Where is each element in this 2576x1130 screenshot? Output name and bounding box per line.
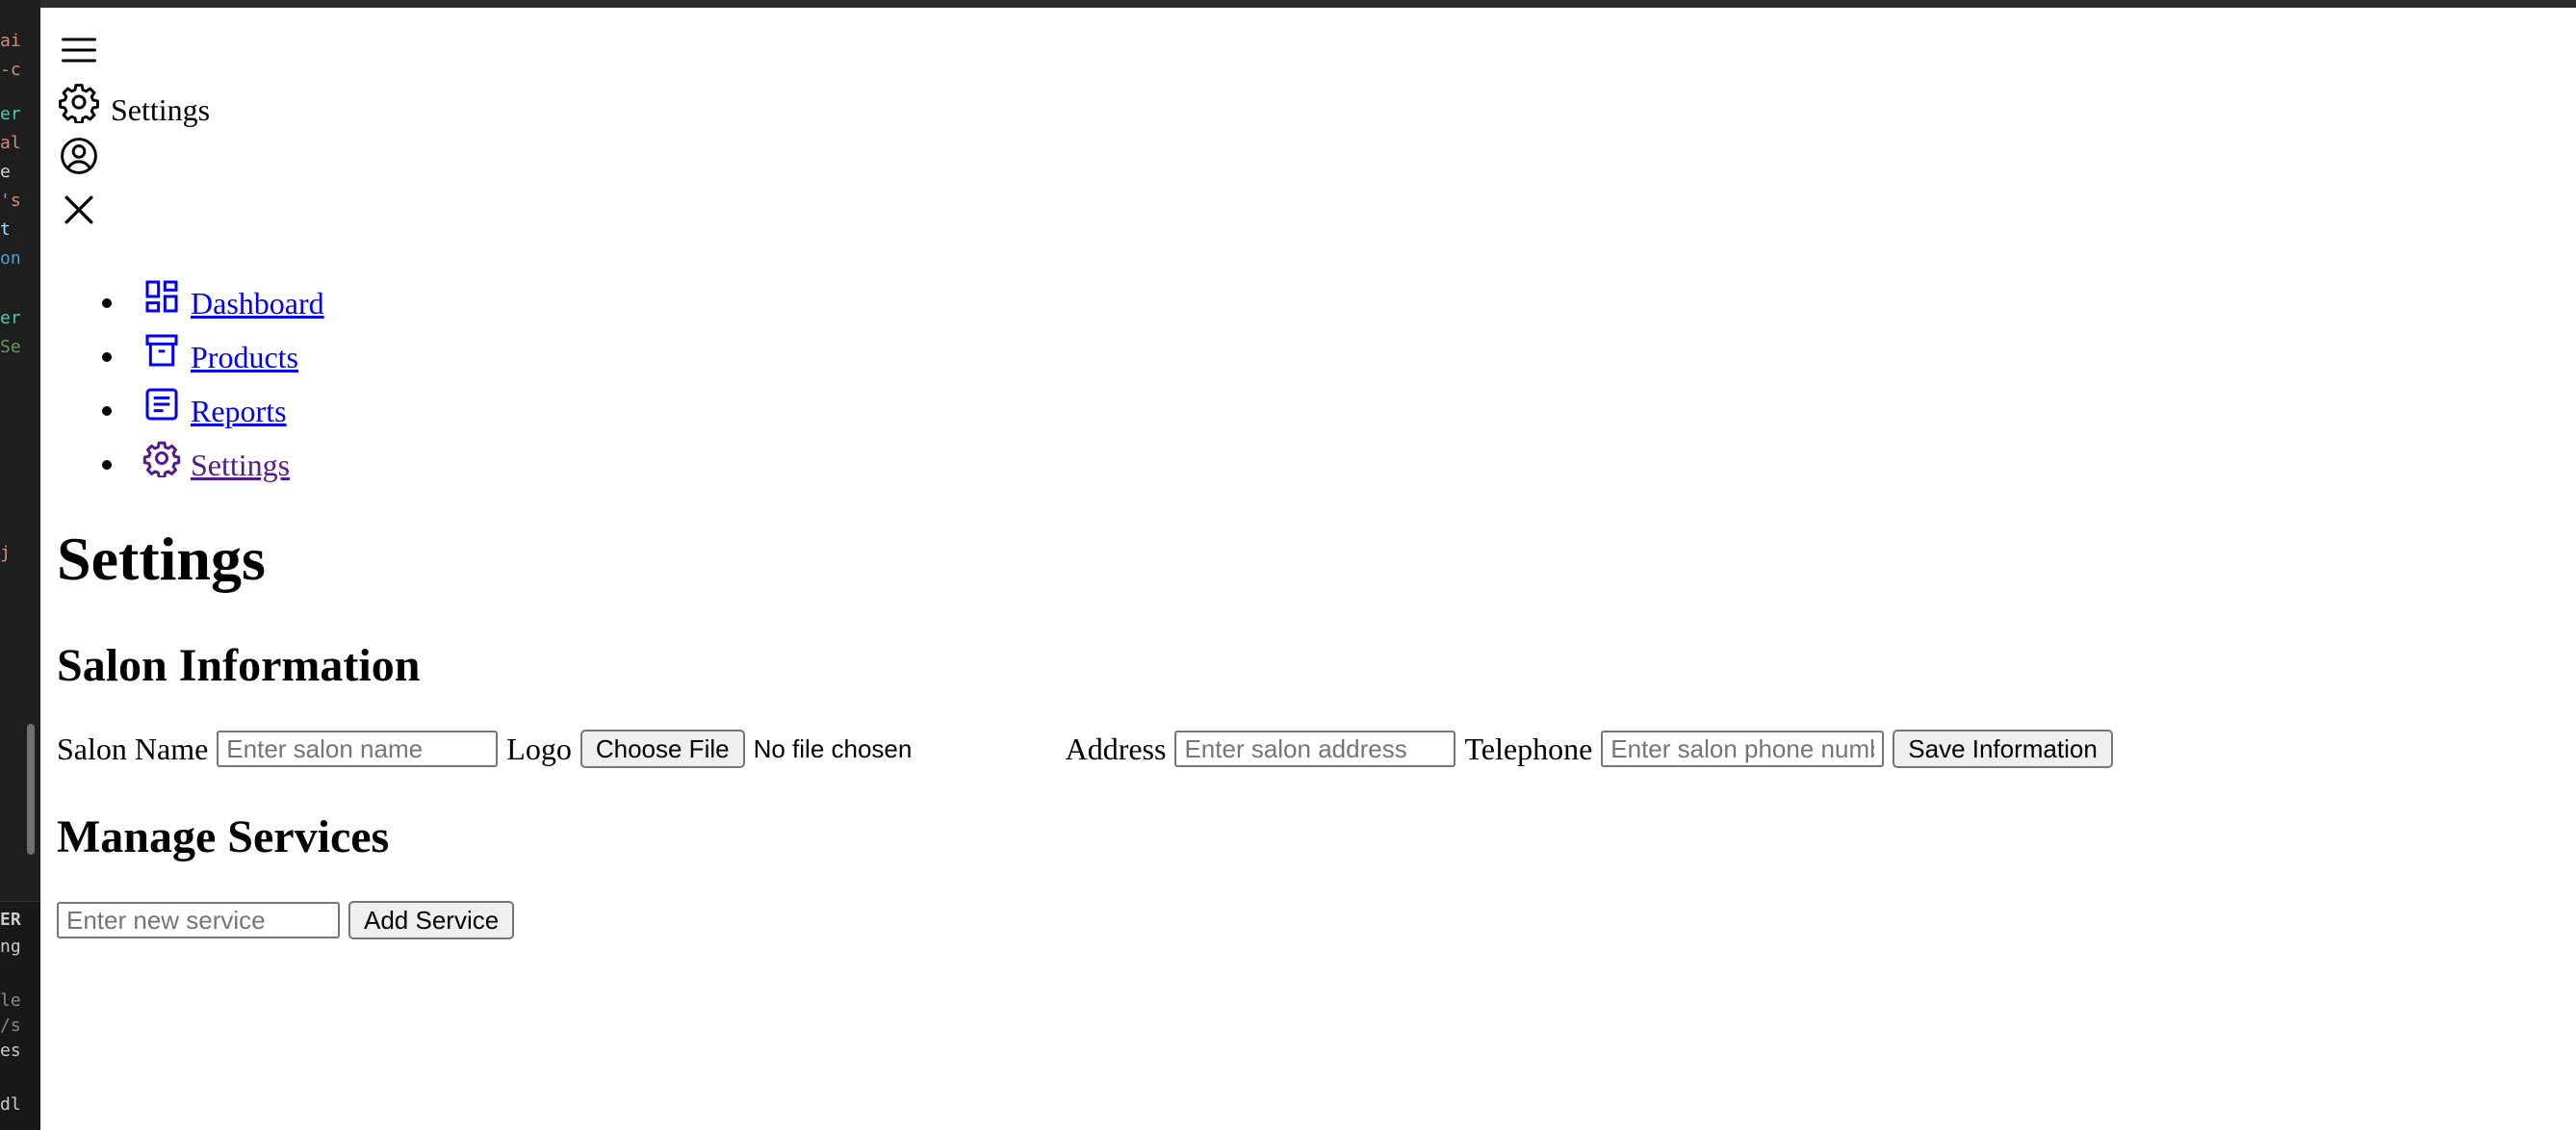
list-bullet	[102, 460, 112, 470]
editor-line: ng	[0, 937, 21, 957]
sidebar-item-label: Dashboard	[191, 286, 324, 321]
list-bullet	[102, 406, 112, 416]
browser-viewport: Settings Dashboard Products Reports Sett…	[40, 8, 2576, 1130]
gear-icon	[58, 81, 100, 123]
editor-line: ER	[0, 910, 21, 930]
editor-line: -c	[0, 60, 21, 80]
salon-name-label: Salon Name	[57, 731, 209, 766]
code-editor-strip: ai -c er al e 's t on er Se j ^ ER ng le…	[0, 0, 40, 1130]
sidebar-item-reports: Reports	[102, 375, 324, 429]
document-icon	[145, 388, 178, 421]
file-status-text: No file chosen	[753, 733, 913, 763]
manage-services-form: Add Service	[57, 901, 515, 939]
new-service-input[interactable]	[57, 902, 340, 938]
list-bullet	[102, 298, 112, 308]
editor-line: Se	[0, 337, 21, 357]
salon-information-heading: Salon Information	[57, 640, 421, 691]
header-title: Settings	[111, 92, 211, 127]
salon-information-form: Salon Name Logo Choose File No file chos…	[57, 730, 2113, 768]
sidebar-item-label: Settings	[191, 448, 291, 482]
choose-file-button[interactable]: Choose File	[580, 730, 745, 768]
sidebar-item-label: Products	[191, 340, 298, 374]
reports-link[interactable]: Reports	[142, 385, 287, 429]
sidebar-nav: Dashboard Products Reports Settings	[102, 268, 324, 483]
editor-line: al	[0, 133, 21, 153]
sidebar-item-label: Reports	[191, 394, 287, 428]
logo-label: Logo	[506, 731, 572, 766]
save-information-button[interactable]: Save Information	[1893, 730, 2113, 768]
products-link[interactable]: Products	[142, 331, 298, 375]
editor-line: j	[0, 543, 11, 563]
close-icon[interactable]	[58, 189, 100, 231]
address-input[interactable]	[1174, 731, 1456, 767]
editor-line: t	[0, 219, 11, 240]
editor-line: 's	[0, 191, 21, 211]
editor-terminal-panel: ER ng le /s es dl	[0, 901, 40, 1130]
address-label: Address	[1065, 731, 1167, 766]
add-service-button[interactable]: Add Service	[348, 901, 515, 939]
editor-line: es	[0, 1040, 21, 1061]
list-bullet	[102, 352, 112, 362]
editor-scrollbar-thumb[interactable]	[27, 724, 35, 855]
dashboard-icon	[145, 280, 178, 313]
page-title: Settings	[57, 525, 266, 593]
editor-line: er	[0, 104, 21, 124]
sidebar-item-settings: Settings	[102, 429, 324, 483]
gear-icon	[142, 441, 181, 477]
sidebar-item-dashboard: Dashboard	[102, 268, 324, 321]
salon-name-input[interactable]	[217, 731, 499, 767]
editor-line: dl	[0, 1094, 21, 1115]
archive-box-icon	[145, 334, 178, 367]
hamburger-menu-icon[interactable]	[58, 29, 100, 71]
settings-link[interactable]: Settings	[142, 439, 290, 483]
editor-line: on	[0, 248, 21, 269]
manage-services-heading: Manage Services	[57, 811, 390, 862]
sidebar-item-products: Products	[102, 321, 324, 375]
telephone-label: Telephone	[1464, 731, 1593, 766]
editor-line: er	[0, 308, 21, 328]
dashboard-link[interactable]: Dashboard	[142, 277, 324, 321]
user-circle-icon[interactable]	[58, 135, 100, 177]
telephone-input[interactable]	[1601, 731, 1885, 767]
editor-line: ai	[0, 31, 21, 51]
window-top-bar	[0, 0, 2576, 8]
editor-line: e	[0, 162, 11, 182]
